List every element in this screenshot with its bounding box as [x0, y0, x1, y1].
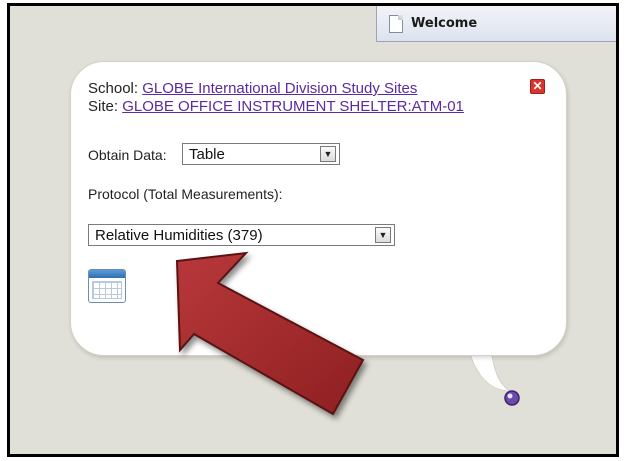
- protocol-label: Protocol (Total Measurements):: [88, 186, 283, 202]
- obtain-data-select[interactable]: Table ▼: [182, 143, 340, 165]
- school-label: School:: [88, 80, 139, 97]
- screen-frame: Welcome ✕ School: GLOBE International Di…: [7, 3, 619, 457]
- school-link[interactable]: GLOBE International Division Study Sites: [142, 80, 417, 97]
- chevron-down-icon: ▼: [375, 227, 391, 243]
- document-icon: [389, 14, 403, 33]
- tab-welcome[interactable]: Welcome: [376, 6, 616, 42]
- site-label: Site:: [88, 98, 119, 115]
- chevron-down-icon: ▼: [320, 146, 336, 162]
- tab-welcome-label: Welcome: [411, 16, 478, 31]
- close-button[interactable]: ✕: [530, 79, 545, 94]
- site-info-popup: ✕ School: GLOBE International Division S…: [70, 61, 567, 356]
- table-icon[interactable]: [88, 269, 126, 303]
- school-row: School: GLOBE International Division Stu…: [88, 80, 417, 98]
- site-row: Site: GLOBE OFFICE INSTRUMENT SHELTER:AT…: [88, 98, 464, 116]
- obtain-data-value: Table: [189, 146, 225, 163]
- protocol-select[interactable]: Relative Humidities (379) ▼: [88, 224, 395, 246]
- obtain-data-label: Obtain Data:: [88, 147, 167, 163]
- protocol-value: Relative Humidities (379): [95, 227, 263, 244]
- location-marker-icon[interactable]: [504, 390, 520, 406]
- site-link[interactable]: GLOBE OFFICE INSTRUMENT SHELTER:ATM-01: [122, 98, 464, 115]
